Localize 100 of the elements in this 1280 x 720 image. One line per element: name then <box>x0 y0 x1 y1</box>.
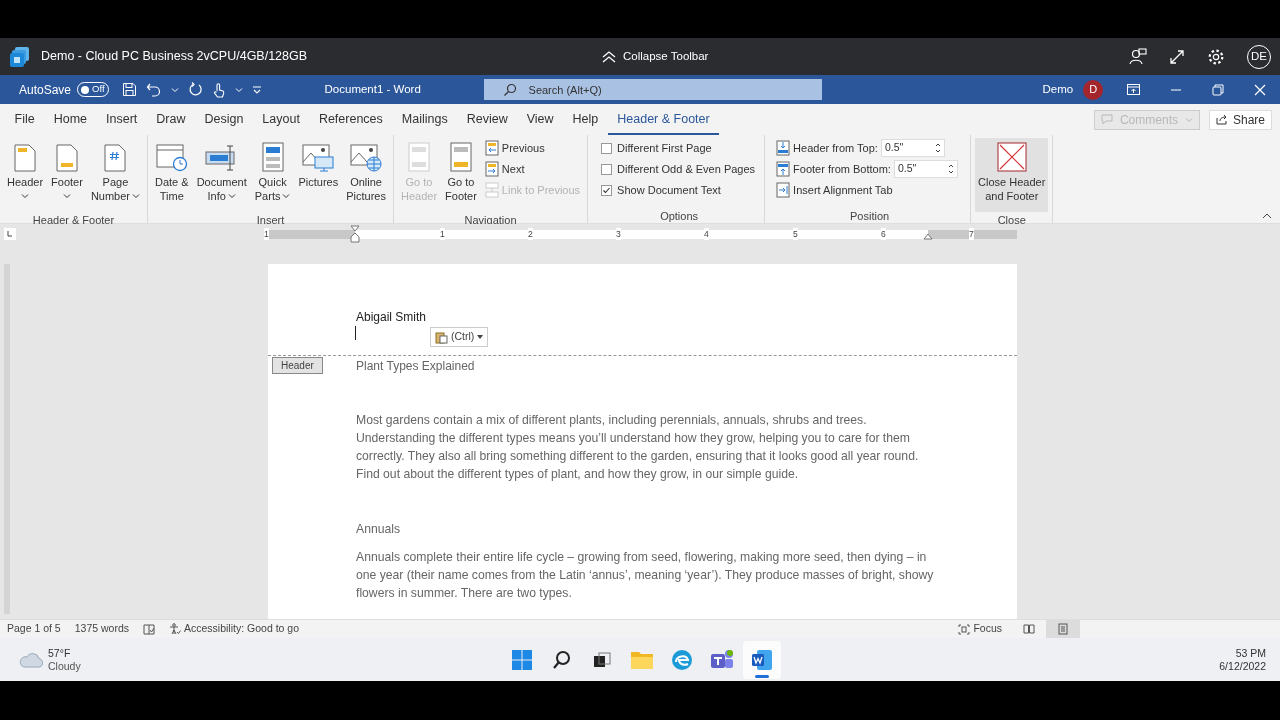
ribbon-button[interactable]: Document Info <box>193 138 250 212</box>
search-icon <box>552 650 572 670</box>
spinner-field[interactable]: 0.5" <box>893 160 958 178</box>
redo-icon[interactable] <box>187 82 203 97</box>
tab-selector-icon[interactable] <box>4 228 16 240</box>
spinner-arrows-icon[interactable] <box>947 163 954 175</box>
share-button[interactable]: Share <box>1208 109 1272 130</box>
ribbon-tab[interactable]: Layout <box>252 104 310 135</box>
parts-icon <box>261 142 284 172</box>
caret-icon[interactable] <box>170 86 179 93</box>
ribbon-button[interactable]: Header <box>4 138 47 212</box>
chat-app-icon <box>710 649 734 671</box>
taskbar-app-button[interactable] <box>743 641 781 679</box>
link-icon <box>484 182 499 198</box>
ribbon-button[interactable]: Online Pictures <box>343 138 389 212</box>
ruler-number: 3 <box>616 228 621 240</box>
focus-icon <box>958 623 971 635</box>
ribbon-button[interactable]: Quick Parts <box>251 138 294 212</box>
ribbon-tab[interactable]: Insert <box>96 104 147 135</box>
group-label: Position <box>849 209 891 223</box>
person-icon[interactable] <box>1129 47 1147 66</box>
paragraph: Annuals complete their entire life cycle – growing from seed, flowering, making more seed, then dying – in one year (their name comes from the Latin ‘annus’, meaning ‘year’). They produce masses of bright, showy flowers in summer. There are two types. <box>356 549 935 602</box>
word-count[interactable]: 1375 words <box>74 621 129 637</box>
ribbon-button[interactable]: Close Header and Footer <box>975 138 1049 212</box>
collapse-toolbar-button[interactable]: Collapse Toolbar <box>601 47 709 66</box>
close-box-icon <box>996 142 1027 172</box>
ribbon-tab[interactable]: View <box>517 104 564 135</box>
ribbon-tab[interactable]: Mailings <box>392 104 458 135</box>
page-icon <box>55 144 78 172</box>
print-layout-icon <box>1058 623 1068 635</box>
ruler-number: 6 <box>881 228 886 240</box>
touch-mode-icon[interactable] <box>211 81 226 98</box>
cloud-icon <box>18 650 44 669</box>
document-title: Document1 - Word <box>324 81 422 97</box>
checkbox-label: Show Document Text <box>617 182 721 198</box>
ribbon-tab[interactable]: Draw <box>146 104 195 135</box>
ribbon-button[interactable]: Footer <box>48 138 86 212</box>
spinner-field[interactable]: 0.5" <box>880 139 945 157</box>
search-icon <box>502 83 517 97</box>
indent-marker-icon[interactable] <box>923 233 933 241</box>
field-label: Header from Top: <box>793 140 878 156</box>
indent-marker-icon[interactable] <box>350 225 360 243</box>
restore-icon[interactable] <box>1212 83 1225 96</box>
task-view-icon <box>592 650 612 670</box>
checkbox[interactable] <box>601 142 613 154</box>
document-heading: Plant Types Explained <box>356 358 475 375</box>
temperature[interactable]: 57°F <box>48 646 81 660</box>
ribbon-display-icon[interactable] <box>1127 84 1141 95</box>
close-icon[interactable] <box>1254 83 1267 96</box>
spinner-arrows-icon[interactable] <box>934 142 941 154</box>
clock-date[interactable]: 6/12/2022 <box>1219 659 1266 673</box>
accessibility-status[interactable]: Accessibility: Good to go <box>169 621 299 637</box>
ribbon-button[interactable]: Insert Alignment Tab <box>776 181 958 199</box>
collapse-ribbon-icon[interactable] <box>1262 213 1272 219</box>
ribbon-button[interactable]: Pictures <box>295 138 342 212</box>
settings-icon[interactable] <box>1207 47 1225 66</box>
page-count[interactable]: Page 1 of 5 <box>7 621 61 637</box>
group-label: Insert <box>255 213 286 227</box>
clipboard-icon <box>435 330 448 344</box>
save-icon[interactable] <box>121 82 137 97</box>
ribbon-button[interactable]: Date & Time <box>152 138 192 212</box>
ribbon-tab[interactable]: Review <box>457 104 518 135</box>
undo-icon[interactable] <box>145 82 162 97</box>
ruler-number: 2 <box>528 228 533 240</box>
caret-icon[interactable] <box>234 86 243 93</box>
proofing-icon[interactable] <box>143 623 155 635</box>
picture-icon <box>302 144 335 172</box>
share-icon <box>1215 114 1228 125</box>
field-label: Footer from Bottom: <box>793 161 891 177</box>
search-field[interactable]: Search (Alt+Q) <box>483 79 822 100</box>
clock-time[interactable]: 53 PM <box>1235 646 1266 660</box>
focus-button[interactable]: Focus <box>958 621 1002 637</box>
caret-icon <box>1184 116 1193 123</box>
weather-text[interactable]: Cloudy <box>48 659 81 673</box>
customize-icon[interactable] <box>251 84 262 95</box>
browser-icon <box>671 649 693 671</box>
globe-picture-icon <box>350 144 383 172</box>
read-mode-icon <box>1023 624 1035 634</box>
expand-icon[interactable] <box>1169 48 1185 65</box>
checkbox-label: Different Odd & Even Pages <box>617 161 756 177</box>
ribbon-tab[interactable]: File <box>5 104 45 135</box>
footer-margin-icon <box>776 161 791 177</box>
group-label: Options <box>659 209 700 223</box>
ribbon-tab[interactable]: Home <box>44 104 97 135</box>
ruler-number: 1 <box>264 228 269 240</box>
ribbon-tab[interactable]: Design <box>194 104 253 135</box>
checkbox-label: Different First Page <box>617 140 712 156</box>
ribbon-button[interactable]: Previous <box>484 139 581 157</box>
ribbon-tab[interactable]: Help <box>563 104 608 135</box>
ribbon-button[interactable]: Go to Footer <box>442 138 480 212</box>
ruler-number: 5 <box>793 228 798 240</box>
ribbon-tab[interactable]: References <box>309 104 393 135</box>
paste-options-button[interactable]: (Ctrl) <box>430 327 489 347</box>
ribbon-button[interactable]: Page Number <box>87 138 143 212</box>
header-tag: Header <box>272 357 323 374</box>
checkbox[interactable] <box>601 184 613 196</box>
user-avatar[interactable]: D <box>1083 79 1104 100</box>
checkbox[interactable] <box>601 163 613 175</box>
header-text: Abigail Smith <box>356 309 427 326</box>
ribbon-button[interactable]: Next <box>484 160 581 178</box>
